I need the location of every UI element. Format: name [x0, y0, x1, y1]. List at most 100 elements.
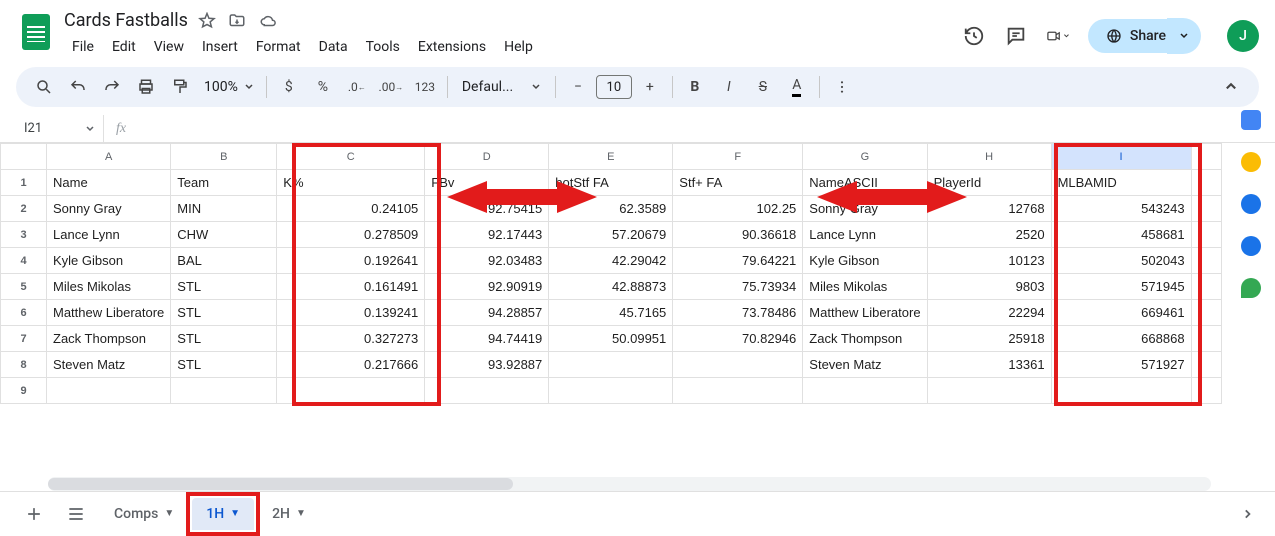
- cell[interactable]: STL: [171, 326, 277, 352]
- decrease-decimal-icon[interactable]: .0←: [341, 71, 373, 103]
- menu-view[interactable]: View: [146, 35, 192, 59]
- contacts-icon[interactable]: [1241, 236, 1261, 256]
- share-dropdown[interactable]: [1167, 18, 1201, 54]
- cell[interactable]: 50.09951: [549, 326, 673, 352]
- star-icon[interactable]: [198, 12, 216, 30]
- sheet-tab-2h[interactable]: 2H▼: [258, 498, 320, 530]
- cell[interactable]: 0.327273: [277, 326, 425, 352]
- menu-insert[interactable]: Insert: [194, 35, 246, 59]
- cell[interactable]: [277, 378, 425, 404]
- meet-button[interactable]: [1046, 24, 1070, 48]
- move-icon[interactable]: [228, 12, 246, 30]
- font-size-input[interactable]: 10: [596, 75, 632, 99]
- paint-format-icon[interactable]: [164, 71, 196, 103]
- cell[interactable]: Sonny Gray: [803, 196, 927, 222]
- cell[interactable]: Kyle Gibson: [803, 248, 927, 274]
- cell[interactable]: 2520: [927, 222, 1051, 248]
- row-header[interactable]: 9: [1, 378, 47, 404]
- more-toolbar-icon[interactable]: [826, 71, 858, 103]
- column-header[interactable]: G: [803, 144, 927, 170]
- percent-icon[interactable]: %: [307, 71, 339, 103]
- document-title[interactable]: Cards Fastballs: [64, 10, 188, 31]
- cell[interactable]: STL: [171, 274, 277, 300]
- cell[interactable]: 42.29042: [549, 248, 673, 274]
- cell[interactable]: 502043: [1051, 248, 1191, 274]
- decrease-font-size-icon[interactable]: −: [562, 71, 594, 103]
- cell[interactable]: 73.78486: [673, 300, 803, 326]
- cell[interactable]: 42.88873: [549, 274, 673, 300]
- menu-data[interactable]: Data: [311, 35, 356, 59]
- cell[interactable]: 62.3589: [549, 196, 673, 222]
- menu-file[interactable]: File: [64, 35, 102, 59]
- cell[interactable]: 668868: [1051, 326, 1191, 352]
- cell[interactable]: CHW: [171, 222, 277, 248]
- horizontal-scrollbar[interactable]: [48, 477, 1211, 491]
- cell[interactable]: 0.161491: [277, 274, 425, 300]
- cell[interactable]: 79.64221: [673, 248, 803, 274]
- font-select[interactable]: Defaul...: [454, 79, 549, 95]
- header-cell[interactable]: Stf+ FA: [673, 170, 803, 196]
- column-header[interactable]: B: [171, 144, 277, 170]
- cell[interactable]: Zack Thompson: [47, 326, 171, 352]
- cell[interactable]: 70.82946: [673, 326, 803, 352]
- comments-icon[interactable]: [1004, 24, 1028, 48]
- cell[interactable]: 0.217666: [277, 352, 425, 378]
- cell[interactable]: [673, 352, 803, 378]
- cell[interactable]: Kyle Gibson: [47, 248, 171, 274]
- history-icon[interactable]: [962, 24, 986, 48]
- column-header[interactable]: H: [927, 144, 1051, 170]
- menu-help[interactable]: Help: [496, 35, 541, 59]
- sheet-tab-1h[interactable]: 1H▼: [192, 498, 254, 530]
- redo-icon[interactable]: [96, 71, 128, 103]
- italic-icon[interactable]: I: [713, 71, 745, 103]
- header-cell[interactable]: MLBAMID: [1051, 170, 1191, 196]
- zoom-select[interactable]: 100%: [198, 79, 260, 95]
- cell[interactable]: STL: [171, 300, 277, 326]
- column-header[interactable]: D: [425, 144, 549, 170]
- add-sheet-button[interactable]: [16, 496, 52, 532]
- cloud-status-icon[interactable]: [258, 12, 278, 30]
- cell[interactable]: Zack Thompson: [803, 326, 927, 352]
- cell[interactable]: Steven Matz: [47, 352, 171, 378]
- row-header[interactable]: 6: [1, 300, 47, 326]
- menu-format[interactable]: Format: [248, 35, 309, 59]
- sheets-logo[interactable]: [16, 12, 56, 52]
- formula-bar[interactable]: [138, 115, 1275, 142]
- tasks-icon[interactable]: [1241, 194, 1261, 214]
- bold-icon[interactable]: B: [679, 71, 711, 103]
- cell[interactable]: Sonny Gray: [47, 196, 171, 222]
- cell[interactable]: [549, 378, 673, 404]
- all-sheets-button[interactable]: [58, 496, 94, 532]
- menu-tools[interactable]: Tools: [358, 35, 408, 59]
- menu-extensions[interactable]: Extensions: [410, 35, 494, 59]
- cell[interactable]: 92.03483: [425, 248, 549, 274]
- cell[interactable]: 90.36618: [673, 222, 803, 248]
- header-cell[interactable]: FBv: [425, 170, 549, 196]
- cell[interactable]: 571945: [1051, 274, 1191, 300]
- select-all-corner[interactable]: [1, 144, 47, 170]
- maps-icon[interactable]: [1241, 278, 1261, 298]
- cell[interactable]: 25918: [927, 326, 1051, 352]
- header-cell[interactable]: PlayerId: [927, 170, 1051, 196]
- increase-decimal-icon[interactable]: .00→: [375, 71, 407, 103]
- cell[interactable]: BAL: [171, 248, 277, 274]
- undo-icon[interactable]: [62, 71, 94, 103]
- row-header[interactable]: 4: [1, 248, 47, 274]
- account-avatar[interactable]: J: [1227, 20, 1259, 52]
- header-cell[interactable]: botStf FA: [549, 170, 673, 196]
- column-header[interactable]: A: [47, 144, 171, 170]
- increase-font-size-icon[interactable]: +: [634, 71, 666, 103]
- calendar-icon[interactable]: [1241, 110, 1261, 130]
- cell[interactable]: 10123: [927, 248, 1051, 274]
- cell[interactable]: 94.28857: [425, 300, 549, 326]
- strikethrough-icon[interactable]: S: [747, 71, 779, 103]
- cell[interactable]: Steven Matz: [803, 352, 927, 378]
- cell[interactable]: 669461: [1051, 300, 1191, 326]
- cell[interactable]: 571927: [1051, 352, 1191, 378]
- cell[interactable]: 92.90919: [425, 274, 549, 300]
- cell[interactable]: 543243: [1051, 196, 1191, 222]
- cell[interactable]: Matthew Liberatore: [47, 300, 171, 326]
- cell[interactable]: [425, 378, 549, 404]
- cell[interactable]: 92.75415: [425, 196, 549, 222]
- column-header[interactable]: I: [1051, 144, 1191, 170]
